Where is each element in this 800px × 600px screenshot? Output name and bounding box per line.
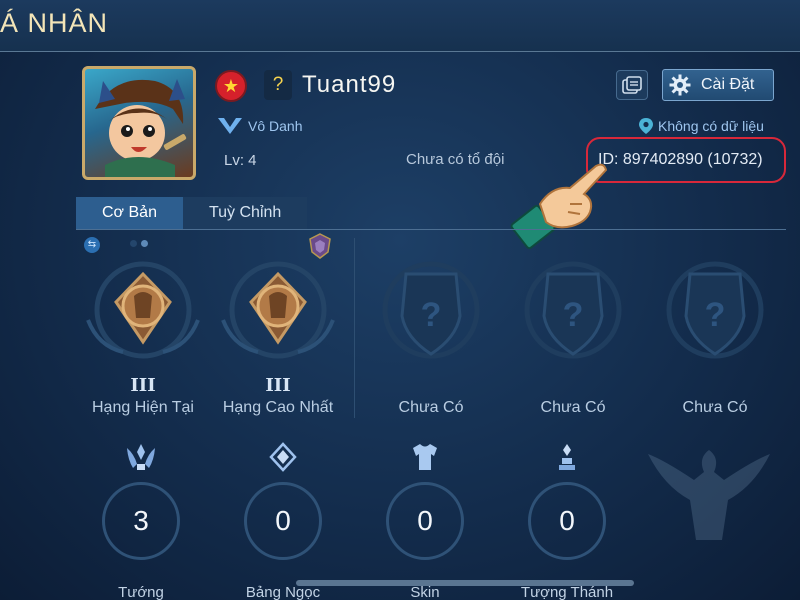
status-badge[interactable]: ?	[264, 70, 292, 100]
swap-icon[interactable]: ⇆	[84, 237, 100, 253]
stat-heroes[interactable]: 3 Tướng	[81, 442, 201, 600]
pointing-hand-icon	[510, 163, 608, 250]
username: Tuant99	[302, 71, 397, 98]
location: Không có dữ liệu	[638, 117, 764, 135]
scrollbar[interactable]	[296, 580, 634, 586]
rank-label: Chưa Có	[540, 399, 606, 416]
stat-label: Bảng Ngọc	[245, 584, 321, 600]
copy-icon	[622, 76, 642, 94]
tab-divider	[76, 229, 786, 230]
rank-tier	[650, 375, 780, 397]
svg-text:?: ?	[563, 296, 584, 334]
stat-skins[interactable]: 0 Skin	[365, 442, 485, 600]
stat-value: 0	[528, 482, 606, 560]
stat-value: 0	[386, 482, 464, 560]
rank-empty-2[interactable]: ? Chưa Có	[508, 260, 638, 417]
rank-label: Chưa Có	[682, 399, 748, 416]
tab-basic[interactable]: Cơ Bản	[76, 197, 183, 229]
settings-button[interactable]: Cài Đặt	[662, 69, 774, 101]
team-status: Chưa có tổ đội	[406, 151, 505, 168]
settings-label: Cài Đặt	[701, 76, 755, 93]
tab-customize[interactable]: Tuỳ Chỉnh	[182, 197, 308, 229]
empty-rank-shield-icon: ?	[382, 261, 480, 359]
svg-text:?: ?	[421, 296, 442, 334]
section-divider	[354, 238, 355, 418]
bronze-rank-icon	[221, 261, 335, 359]
stat-value: 3	[102, 482, 180, 560]
player-level: Lv: 4	[224, 152, 257, 169]
stat-label: Skin	[410, 584, 440, 600]
avatar[interactable]	[82, 66, 196, 180]
page-title: Á NHÂN	[0, 8, 109, 38]
location-text: Không có dữ liệu	[658, 118, 764, 134]
rank-title-text: Vô Danh	[248, 118, 303, 134]
page-dots	[130, 240, 148, 247]
stat-value: 0	[244, 482, 322, 560]
gear-icon	[669, 74, 691, 96]
winged-emblem-icon	[648, 450, 770, 540]
hero-portrait-icon	[95, 79, 187, 177]
svg-text:?: ?	[705, 296, 726, 334]
page-dot	[130, 240, 137, 247]
rank-tier: III	[130, 375, 156, 396]
rank-label: Hạng Hiện Tại	[92, 399, 194, 416]
country-flag-icon: ★	[215, 70, 247, 102]
season-emblem-icon[interactable]	[306, 232, 334, 260]
stat-arcana[interactable]: 0 Bảng Ngọc	[223, 442, 343, 600]
stat-label: Tượng Thánh	[520, 584, 614, 600]
rank-label: Chưa Có	[398, 399, 464, 416]
tab-bar: Cơ Bản Tuỳ Chỉnh	[76, 197, 308, 229]
rank-current[interactable]: III Hạng Hiện Tại	[78, 260, 208, 417]
rank-tier: III	[265, 375, 291, 396]
title-bar: Á NHÂN	[0, 0, 800, 52]
rank-tier	[366, 375, 496, 397]
empty-rank-shield-icon: ?	[524, 261, 622, 359]
page-dot-active	[141, 240, 148, 247]
arcana-icon	[269, 442, 297, 472]
statue-icon	[559, 444, 575, 470]
rank-highest[interactable]: III Hạng Cao Nhất	[213, 260, 343, 417]
location-pin-icon	[639, 118, 653, 134]
rank-wings-icon	[218, 118, 242, 134]
empty-rank-shield-icon: ?	[666, 261, 764, 359]
copy-button[interactable]	[616, 70, 648, 100]
skin-icon	[413, 444, 437, 470]
rank-empty-1[interactable]: ? Chưa Có	[366, 260, 496, 417]
stat-statues[interactable]: 0 Tượng Thánh	[507, 442, 627, 600]
heroes-icon	[127, 444, 155, 470]
rank-empty-3[interactable]: ? Chưa Có	[650, 260, 780, 417]
bronze-rank-icon	[86, 261, 200, 359]
rank-title: Vô Danh	[216, 116, 302, 136]
stat-label: Tướng	[118, 584, 164, 600]
rank-label: Hạng Cao Nhất	[222, 399, 334, 416]
rank-tier	[508, 375, 638, 397]
